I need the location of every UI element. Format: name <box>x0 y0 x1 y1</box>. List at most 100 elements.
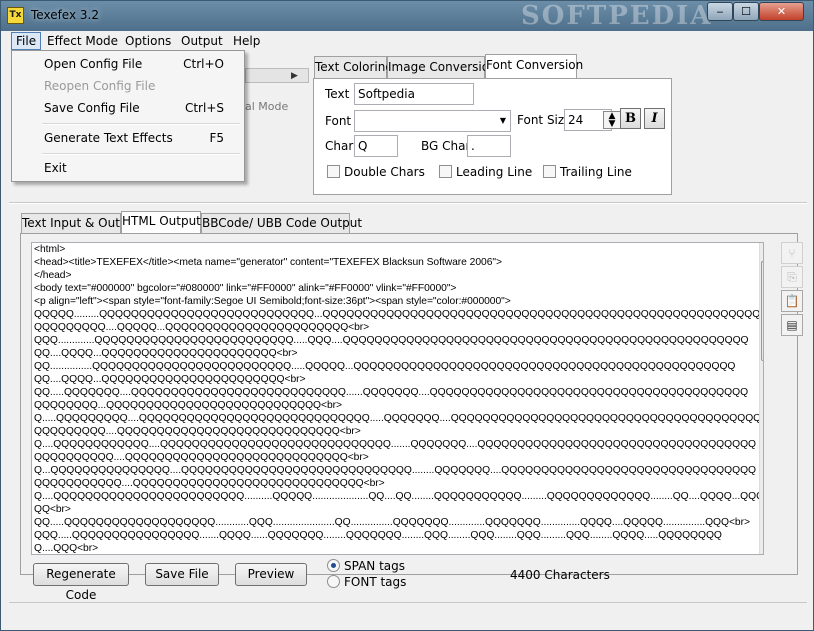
scroll-down-icon[interactable]: ▼ <box>760 538 763 554</box>
tab-text-coloring[interactable]: Text Coloring <box>314 56 393 78</box>
font-conversion-panel: Text Softpedia Font ▼ Font Size 24 ▲ ▼ B … <box>313 78 672 195</box>
chevron-down-icon: ▼ <box>499 116 506 125</box>
menu-item-shortcut: Ctrl+O <box>183 57 224 71</box>
save-file-button[interactable]: Save File <box>145 563 219 586</box>
copy-tool-icon[interactable]: ⎘ <box>781 266 803 288</box>
vertical-scrollbar[interactable]: ▲ ▼ <box>759 243 763 554</box>
menu-item-generate-effects[interactable]: Generate Text Effects F5 <box>14 127 242 149</box>
italic-button[interactable]: I <box>644 108 665 129</box>
regenerate-code-button[interactable]: Regenerate Code <box>33 563 129 602</box>
code-line: QQ....QQQQ...QQQQQQQQQQQQQQQQQQQQQQ<br> <box>34 348 298 359</box>
title-bar[interactable]: Tx Texefex 3.2 SOFTPEDIA ‒ ☐ ✕ <box>1 1 813 31</box>
minimize-button[interactable]: ‒ <box>707 2 733 21</box>
checkbox-icon <box>439 165 452 178</box>
menu-item-label: Generate Text Effects <box>44 131 173 145</box>
menu-file[interactable]: File <box>11 32 42 50</box>
code-line: Q....QQQQQQQQQQQQQQQQQQQQQQQQ..........Q… <box>34 491 764 502</box>
code-line: QQQQQQQQ...QQQQQQQQQQQQQQQQQQQQQQQQQQQ<b… <box>34 400 342 411</box>
close-button[interactable]: ✕ <box>759 2 804 21</box>
menu-divider <box>42 123 240 125</box>
char-label: Char <box>325 139 354 153</box>
code-line: Q.....QQQQQQQQQ....QQQQQQQQQQQQQQQQQQQQQ… <box>34 413 762 424</box>
span-tags-radio[interactable]: SPAN tags <box>327 559 405 573</box>
html-output-panel: <html> <head><title>TEXEFEX</title><meta … <box>20 233 803 602</box>
app-icon[interactable]: Tx <box>7 7 24 24</box>
code-line: Q....QQQ<br> <box>34 543 99 554</box>
radio-icon <box>327 575 340 588</box>
preview-button[interactable]: Preview <box>235 563 307 586</box>
radio-selected-icon <box>327 559 340 572</box>
menu-item-exit[interactable]: Exit <box>14 157 242 179</box>
tab-html-output[interactable]: HTML Output <box>121 211 201 233</box>
effect-mode-label: al Mode <box>245 100 289 113</box>
scroll-thumb[interactable] <box>761 261 763 361</box>
bg-char-label: BG Char <box>421 139 471 153</box>
double-chars-label: Double Chars <box>344 165 425 179</box>
watermark-logo: SOFTPEDIA <box>521 1 713 31</box>
code-line: QQ.....QQQQQQQ....QQQQQQQQQQQQQQQQQQQQQQ… <box>34 387 749 398</box>
tab-bbcode-output[interactable]: BBCode/ UBB Code Output <box>201 213 362 233</box>
code-line: QQ....QQQQ...QQQQQQQQQQQQQQQQQQQQQQQ<br> <box>34 374 306 385</box>
font-size-input[interactable]: 24 ▲ ▼ <box>564 109 621 131</box>
menu-item-label: Save Config File <box>44 101 140 115</box>
checkbox-icon <box>543 165 556 178</box>
menu-item-shortcut: F5 <box>209 131 224 145</box>
menu-bar: File Effect Mode Options Output Help <box>9 31 807 51</box>
menu-output[interactable]: Output <box>177 32 227 50</box>
trailing-line-checkbox[interactable]: Trailing Line <box>543 165 632 179</box>
leading-line-label: Leading Line <box>456 165 533 179</box>
divider <box>9 202 807 204</box>
code-line: </head> <box>34 270 72 281</box>
tab-font-conversion[interactable]: Font Conversion <box>485 54 583 78</box>
menu-item-label: Reopen Config File <box>44 79 156 93</box>
table-tool-icon[interactable]: ▤ <box>781 314 803 336</box>
tab-image-conversion[interactable]: Image Conversion <box>387 56 497 78</box>
bold-button[interactable]: B <box>620 108 641 129</box>
character-count: 4400 Characters <box>510 568 610 582</box>
font-size-value: 24 <box>568 113 584 127</box>
code-line: QQQQQQQQQ....QQQQQQQQQQQQQQQQQQQQQQQQQQQ… <box>34 426 361 437</box>
menu-help[interactable]: Help <box>229 32 264 50</box>
font-tags-label: FONT tags <box>344 575 407 589</box>
code-line: QQQ.....QQQQQQQQQQQQQQQQ.......QQQQ.....… <box>34 530 722 541</box>
tab-text-input-output[interactable]: Text Input & Output <box>21 213 140 233</box>
menu-item-label: Exit <box>44 161 67 175</box>
leading-line-checkbox[interactable]: Leading Line <box>439 165 532 179</box>
text-label: Text <box>325 87 350 101</box>
menu-item-shortcut: Ctrl+S <box>184 101 224 115</box>
file-menu-dropdown: Open Config File Ctrl+O Reopen Config Fi… <box>11 50 245 182</box>
code-lines: <html> <head><title>TEXEFEX</title><meta … <box>32 243 764 554</box>
paste-tool-icon[interactable]: 📋 <box>781 290 803 312</box>
font-tags-radio[interactable]: FONT tags <box>327 575 406 589</box>
checkbox-icon <box>327 165 340 178</box>
code-line: QQQQQQQQQ....QQQQQ...QQQQQQQQQQQQQQQQQQQ… <box>34 322 370 333</box>
menu-effect-mode[interactable]: Effect Mode <box>43 32 122 50</box>
bg-char-input[interactable]: . <box>467 135 511 157</box>
text-input[interactable]: Softpedia <box>354 83 474 105</box>
effect-selector[interactable] <box>245 68 309 83</box>
maximize-button[interactable]: ☐ <box>733 2 759 21</box>
html-output-textarea[interactable]: <html> <head><title>TEXEFEX</title><meta … <box>31 242 764 555</box>
window-title: Texefex 3.2 <box>31 8 99 22</box>
scroll-up-icon[interactable]: ▲ <box>760 243 763 259</box>
char-input[interactable]: Q <box>354 135 398 157</box>
filter-tool-icon[interactable]: ⑂ <box>781 242 803 264</box>
double-chars-checkbox[interactable]: Double Chars <box>327 165 425 179</box>
code-line: QQ.....QQQQQQQQQQQQQQQQQQQ............QQ… <box>34 517 750 528</box>
menu-item-save-config[interactable]: Save Config File Ctrl+S <box>14 97 242 119</box>
spin-icon[interactable]: ▲ ▼ <box>603 111 621 129</box>
app-window: Tx Texefex 3.2 SOFTPEDIA ‒ ☐ ✕ File Effe… <box>0 0 814 631</box>
font-select[interactable]: ▼ <box>354 110 511 132</box>
menu-item-reopen-config[interactable]: Reopen Config File <box>14 75 242 97</box>
code-line: <body text="#000000" bgcolor="#080000" l… <box>34 283 457 294</box>
menu-item-label: Open Config File <box>44 57 143 71</box>
font-label: Font <box>325 114 352 128</box>
code-line: QQQQQQQQQQ....QQQQQQQQQQQQQQQQQQQQQQQQQQ… <box>34 452 369 463</box>
menu-item-open-config[interactable]: Open Config File Ctrl+O <box>14 53 242 75</box>
code-line: <head><title>TEXEFEX</title><meta name="… <box>34 257 502 268</box>
code-line: QQQ.............QQQQQQQQQQQQQQQQQQQQQQQQ… <box>34 335 749 346</box>
code-line: Q...QQQQQQQQQQQQQQQ....QQQQQQQQQQQQQQQQQ… <box>34 465 756 476</box>
trailing-line-label: Trailing Line <box>560 165 632 179</box>
menu-options[interactable]: Options <box>121 32 175 50</box>
code-line: <html> <box>34 244 66 255</box>
